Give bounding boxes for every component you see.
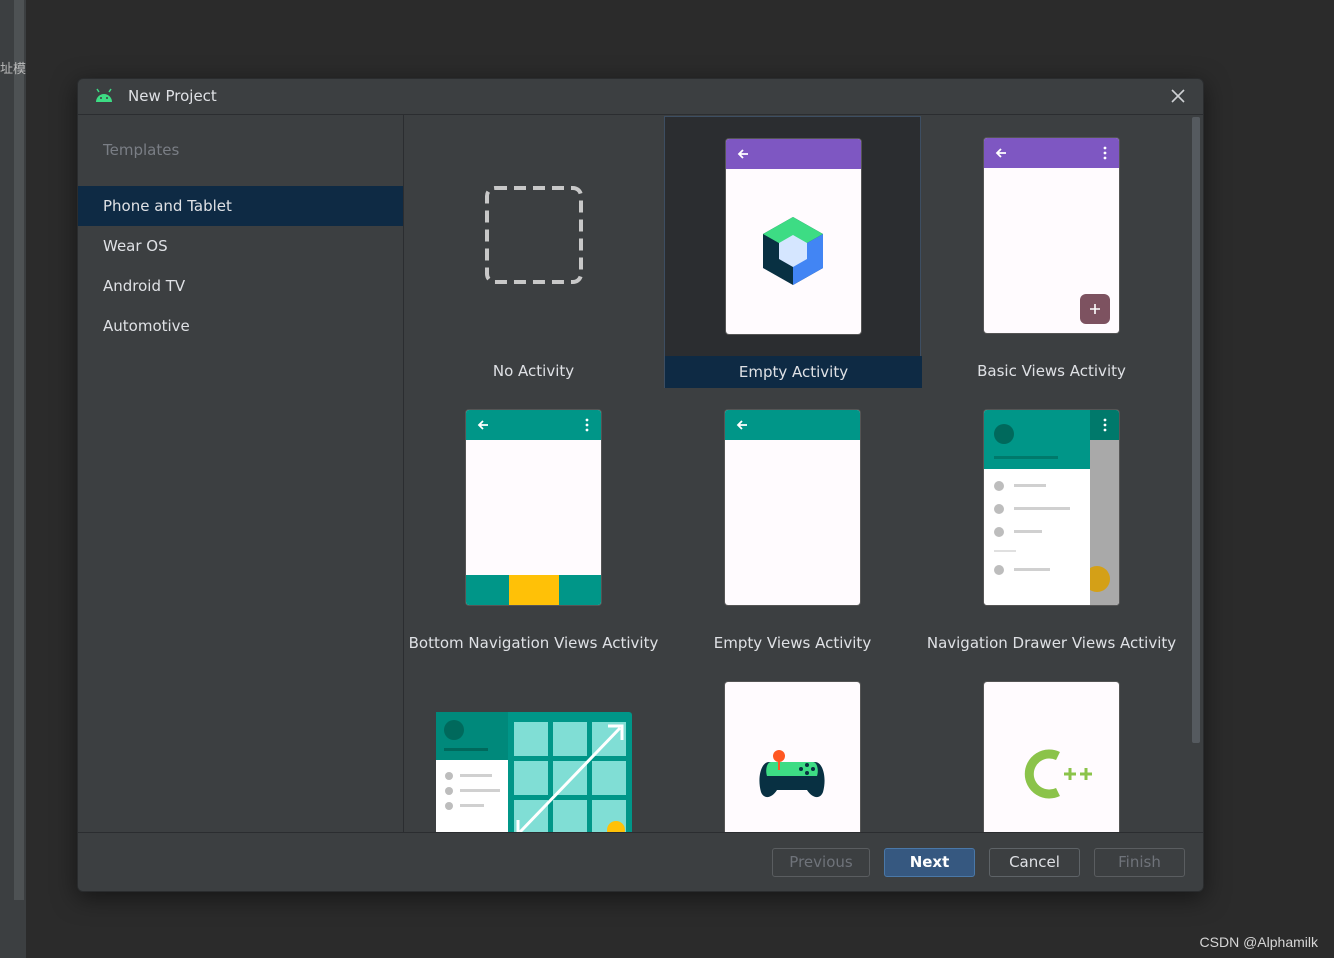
- sidebar-item-label: Wear OS: [103, 237, 168, 255]
- sidebar-item-label: Phone and Tablet: [103, 197, 232, 215]
- finish-button[interactable]: Finish: [1094, 848, 1185, 877]
- new-project-dialog: New Project Templates Phone and Tablet W…: [77, 78, 1204, 892]
- watermark: CSDN @Alphamilk: [1199, 934, 1318, 950]
- overflow-menu-icon: [1103, 146, 1107, 160]
- overflow-menu-icon: [1103, 418, 1107, 432]
- close-icon[interactable]: [1167, 85, 1189, 107]
- app-bar: [984, 138, 1119, 168]
- overflow-menu-icon: [585, 418, 589, 432]
- cpp-logo-icon: [1024, 749, 1092, 799]
- dialog-titlebar: New Project: [78, 79, 1203, 115]
- phone-preview: [984, 138, 1119, 333]
- scrim: [1084, 410, 1119, 605]
- android-icon: [96, 88, 112, 102]
- template-label: No Activity: [492, 362, 575, 380]
- app-bar: [466, 410, 601, 440]
- compose-logo-icon: [763, 217, 823, 285]
- dialog-footer: Previous Next Cancel Finish: [78, 832, 1203, 891]
- back-arrow-icon: [736, 420, 747, 430]
- sidebar-item-android-tv[interactable]: Android TV: [78, 266, 403, 306]
- background-scrollbar: [14, 0, 24, 900]
- app-bar: [725, 410, 860, 440]
- dialog-title: New Project: [128, 87, 217, 105]
- back-arrow-icon: [995, 148, 1006, 158]
- template-no-activity[interactable]: No Activity: [405, 116, 662, 388]
- template-label: Empty Activity: [665, 356, 922, 388]
- phone-preview: [725, 682, 860, 832]
- phone-preview: [984, 682, 1119, 832]
- sidebar-item-automotive[interactable]: Automotive: [78, 306, 403, 346]
- template-empty-views-activity[interactable]: Empty Views Activity: [664, 388, 921, 660]
- sidebar-item-wear-os[interactable]: Wear OS: [78, 226, 403, 266]
- templates-sidebar: Templates Phone and Tablet Wear OS Andro…: [78, 115, 404, 832]
- drawer-panel: [984, 410, 1090, 605]
- template-label: Basic Views Activity: [977, 362, 1126, 380]
- back-arrow-icon: [477, 420, 488, 430]
- fab-plus-icon: [1080, 294, 1110, 324]
- app-bar: [726, 139, 861, 169]
- sidebar-header: Templates: [103, 141, 180, 159]
- responsive-layout-preview: [436, 712, 632, 832]
- phone-preview: [726, 139, 861, 334]
- template-bottom-navigation-views-activity[interactable]: Bottom Navigation Views Activity: [405, 388, 662, 660]
- gamepad-icon: [759, 750, 825, 798]
- template-responsive-views-activity[interactable]: [405, 660, 662, 832]
- template-empty-activity[interactable]: Empty Activity: [664, 116, 922, 388]
- template-label: Empty Views Activity: [713, 634, 872, 652]
- template-basic-views-activity[interactable]: Basic Views Activity: [923, 116, 1180, 388]
- empty-dashed-box-icon: [485, 186, 583, 284]
- phone-preview: [984, 410, 1119, 605]
- sidebar-item-label: Automotive: [103, 317, 190, 335]
- bottom-navigation-bar: [466, 575, 601, 605]
- cancel-button[interactable]: Cancel: [989, 848, 1080, 877]
- template-game-activity[interactable]: [664, 660, 921, 832]
- template-navigation-drawer-views-activity[interactable]: Navigation Drawer Views Activity: [923, 388, 1180, 660]
- back-arrow-icon: [737, 149, 748, 159]
- template-native-cpp[interactable]: [923, 660, 1180, 832]
- gallery-scrollbar[interactable]: [1192, 117, 1200, 743]
- previous-button[interactable]: Previous: [772, 848, 870, 877]
- sidebar-item-label: Android TV: [103, 277, 186, 295]
- background-side-text: 址模拟: [0, 62, 26, 77]
- phone-preview: [466, 410, 601, 605]
- template-label: Navigation Drawer Views Activity: [926, 634, 1177, 652]
- sidebar-item-phone-and-tablet[interactable]: Phone and Tablet: [78, 186, 403, 226]
- template-gallery: No Activity Empty Activity Basic Views A…: [404, 115, 1203, 832]
- phone-preview: [725, 410, 860, 605]
- next-button[interactable]: Next: [884, 848, 975, 877]
- template-label: Bottom Navigation Views Activity: [408, 634, 659, 652]
